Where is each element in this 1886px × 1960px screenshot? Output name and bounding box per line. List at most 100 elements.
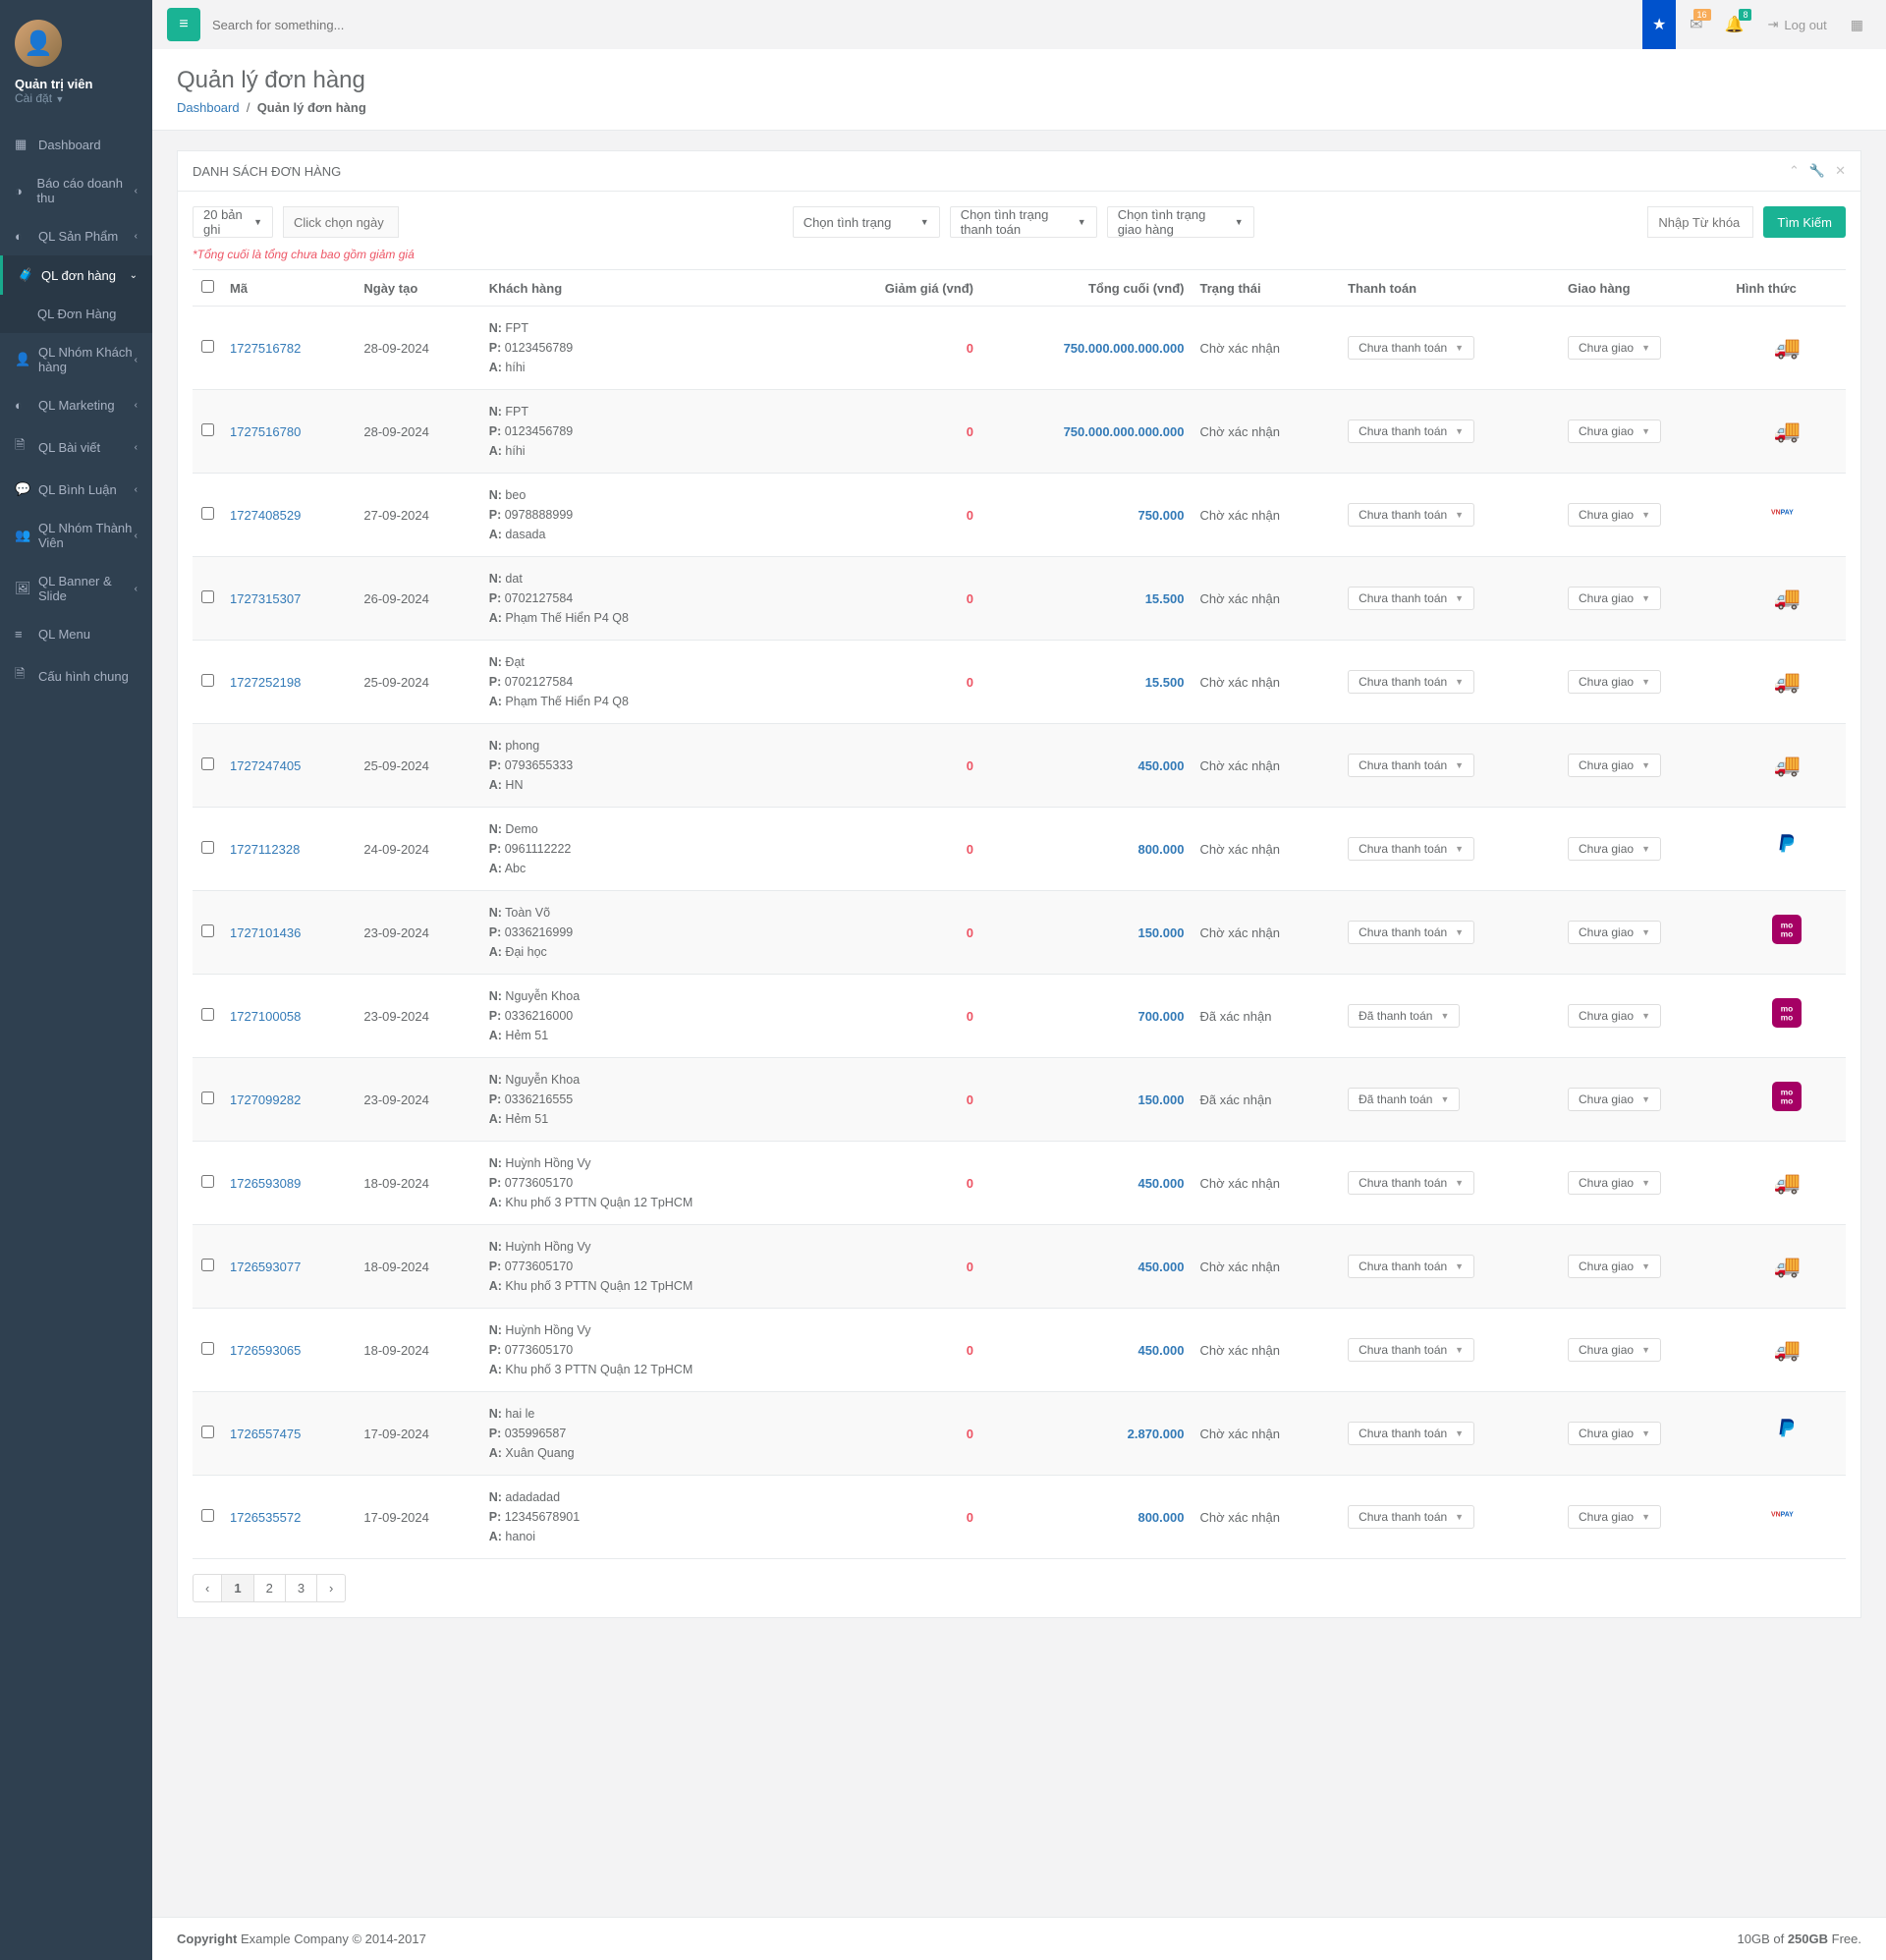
total-link[interactable]: 450.000 [1137, 758, 1184, 773]
order-code-link[interactable]: 1727315307 [230, 591, 301, 606]
order-code-link[interactable]: 1727516782 [230, 341, 301, 356]
row-checkbox[interactable] [201, 1092, 214, 1104]
sidebar-item-7[interactable]: 💬QL Bình Luận‹ [0, 470, 152, 509]
payment-status-dropdown[interactable]: Chưa thanh toán ▼ [1348, 587, 1474, 610]
shipping-status-dropdown[interactable]: Chưa giao ▼ [1568, 1088, 1661, 1111]
row-checkbox[interactable] [201, 1509, 214, 1522]
sidebar-item-4[interactable]: 👤QL Nhóm Khách hàng‹ [0, 333, 152, 386]
payment-status-dropdown[interactable]: Chưa thanh toán ▼ [1348, 336, 1474, 360]
date-picker-input[interactable] [283, 206, 399, 238]
total-link[interactable]: 15.500 [1145, 675, 1185, 690]
collapse-icon[interactable]: ⌃ [1789, 163, 1800, 179]
row-checkbox[interactable] [201, 1342, 214, 1355]
breadcrumb-dashboard[interactable]: Dashboard [177, 100, 240, 115]
row-checkbox[interactable] [201, 507, 214, 520]
row-checkbox[interactable] [201, 1175, 214, 1188]
payment-status-dropdown[interactable]: Đã thanh toán ▼ [1348, 1088, 1460, 1111]
sidebar-item-1[interactable]: ◑Báo cáo doanh thu‹ [0, 164, 152, 217]
shipping-status-dropdown[interactable]: Chưa giao ▼ [1568, 1338, 1661, 1362]
row-checkbox[interactable] [201, 340, 214, 353]
total-link[interactable]: 750.000.000.000.000 [1064, 424, 1185, 439]
order-code-link[interactable]: 1727101436 [230, 925, 301, 940]
shipping-status-dropdown[interactable]: Chưa giao ▼ [1568, 1004, 1661, 1028]
total-link[interactable]: 700.000 [1137, 1009, 1184, 1024]
payment-status-dropdown[interactable]: Chưa thanh toán ▼ [1348, 921, 1474, 944]
row-checkbox[interactable] [201, 423, 214, 436]
order-code-link[interactable]: 1727516780 [230, 424, 301, 439]
page-2[interactable]: 2 [253, 1574, 286, 1602]
total-link[interactable]: 750.000 [1137, 508, 1184, 523]
select-all-checkbox[interactable] [201, 280, 214, 293]
sidebar-item-10[interactable]: ≡QL Menu [0, 615, 152, 653]
page-3[interactable]: 3 [285, 1574, 317, 1602]
shipping-status-select[interactable]: Chọn tình trạng giao hàng ▼ [1107, 206, 1254, 238]
row-checkbox[interactable] [201, 1426, 214, 1438]
order-code-link[interactable]: 1726593089 [230, 1176, 301, 1191]
profile-settings-link[interactable]: Cài đặt ▼ [15, 91, 138, 105]
payment-status-dropdown[interactable]: Chưa thanh toán ▼ [1348, 1505, 1474, 1529]
vietnam-flag-button[interactable]: ★ [1642, 0, 1676, 49]
sidebar-item-2[interactable]: ◐QL Sản Phẩm‹ [0, 217, 152, 255]
sidebar-item-11[interactable]: 🗎Cấu hình chung [0, 653, 152, 699]
shipping-status-dropdown[interactable]: Chưa giao ▼ [1568, 336, 1661, 360]
payment-status-dropdown[interactable]: Chưa thanh toán ▼ [1348, 420, 1474, 443]
order-code-link[interactable]: 1727099282 [230, 1092, 301, 1107]
total-link[interactable]: 450.000 [1137, 1260, 1184, 1274]
payment-status-dropdown[interactable]: Chưa thanh toán ▼ [1348, 1171, 1474, 1195]
sidebar-item-0[interactable]: ▦Dashboard [0, 125, 152, 164]
row-checkbox[interactable] [201, 757, 214, 770]
order-code-link[interactable]: 1726535572 [230, 1510, 301, 1525]
row-checkbox[interactable] [201, 674, 214, 687]
total-link[interactable]: 800.000 [1137, 1510, 1184, 1525]
total-link[interactable]: 150.000 [1137, 1092, 1184, 1107]
payment-status-dropdown[interactable]: Chưa thanh toán ▼ [1348, 670, 1474, 694]
payment-status-dropdown[interactable]: Chưa thanh toán ▼ [1348, 503, 1474, 527]
payment-status-dropdown[interactable]: Chưa thanh toán ▼ [1348, 754, 1474, 777]
shipping-status-dropdown[interactable]: Chưa giao ▼ [1568, 1505, 1661, 1529]
apps-grid-button[interactable]: ▦ [1843, 9, 1871, 41]
per-page-select[interactable]: 20 bản ghi ▼ [193, 206, 273, 238]
shipping-status-dropdown[interactable]: Chưa giao ▼ [1568, 670, 1661, 694]
order-code-link[interactable]: 1726593077 [230, 1260, 301, 1274]
shipping-status-dropdown[interactable]: Chưa giao ▼ [1568, 587, 1661, 610]
settings-icon[interactable]: 🔧 [1809, 163, 1825, 179]
payment-status-dropdown[interactable]: Chưa thanh toán ▼ [1348, 1422, 1474, 1445]
order-code-link[interactable]: 1726557475 [230, 1427, 301, 1441]
sidebar-toggle-button[interactable]: ≡ [167, 8, 200, 41]
shipping-status-dropdown[interactable]: Chưa giao ▼ [1568, 921, 1661, 944]
row-checkbox[interactable] [201, 590, 214, 603]
shipping-status-dropdown[interactable]: Chưa giao ▼ [1568, 503, 1661, 527]
order-code-link[interactable]: 1727408529 [230, 508, 301, 523]
total-link[interactable]: 800.000 [1137, 842, 1184, 857]
payment-status-dropdown[interactable]: Chưa thanh toán ▼ [1348, 1338, 1474, 1362]
close-icon[interactable]: ✕ [1835, 163, 1846, 179]
row-checkbox[interactable] [201, 1259, 214, 1271]
search-button[interactable]: Tìm Kiếm [1763, 206, 1846, 238]
total-link[interactable]: 15.500 [1145, 591, 1185, 606]
logout-link[interactable]: ⇥ Log out [1757, 9, 1836, 40]
order-code-link[interactable]: 1726593065 [230, 1343, 301, 1358]
payment-status-dropdown[interactable]: Chưa thanh toán ▼ [1348, 1255, 1474, 1278]
status-select[interactable]: Chọn tình trạng ▼ [793, 206, 940, 238]
order-code-link[interactable]: 1727252198 [230, 675, 301, 690]
page-prev[interactable]: ‹ [193, 1574, 222, 1602]
shipping-status-dropdown[interactable]: Chưa giao ▼ [1568, 837, 1661, 861]
keyword-input[interactable] [1647, 206, 1753, 238]
order-code-link[interactable]: 1727100058 [230, 1009, 301, 1024]
sidebar-item-3[interactable]: 🧳QL đơn hàng⌄ [3, 255, 152, 295]
sidebar-item-5[interactable]: ◐QL Marketing‹ [0, 386, 152, 424]
payment-status-dropdown[interactable]: Chưa thanh toán ▼ [1348, 837, 1474, 861]
payment-status-dropdown[interactable]: Đã thanh toán ▼ [1348, 1004, 1460, 1028]
global-search-input[interactable] [212, 18, 1642, 32]
payment-status-select[interactable]: Chọn tình trạng thanh toán ▼ [950, 206, 1097, 238]
sidebar-item-6[interactable]: 🗎QL Bài viết‹ [0, 424, 152, 470]
row-checkbox[interactable] [201, 841, 214, 854]
shipping-status-dropdown[interactable]: Chưa giao ▼ [1568, 420, 1661, 443]
total-link[interactable]: 750.000.000.000.000 [1064, 341, 1185, 356]
page-1[interactable]: 1 [221, 1574, 253, 1602]
total-link[interactable]: 450.000 [1137, 1176, 1184, 1191]
sidebar-subitem-orders[interactable]: QL Đơn Hàng [0, 295, 152, 333]
total-link[interactable]: 450.000 [1137, 1343, 1184, 1358]
total-link[interactable]: 150.000 [1137, 925, 1184, 940]
row-checkbox[interactable] [201, 924, 214, 937]
